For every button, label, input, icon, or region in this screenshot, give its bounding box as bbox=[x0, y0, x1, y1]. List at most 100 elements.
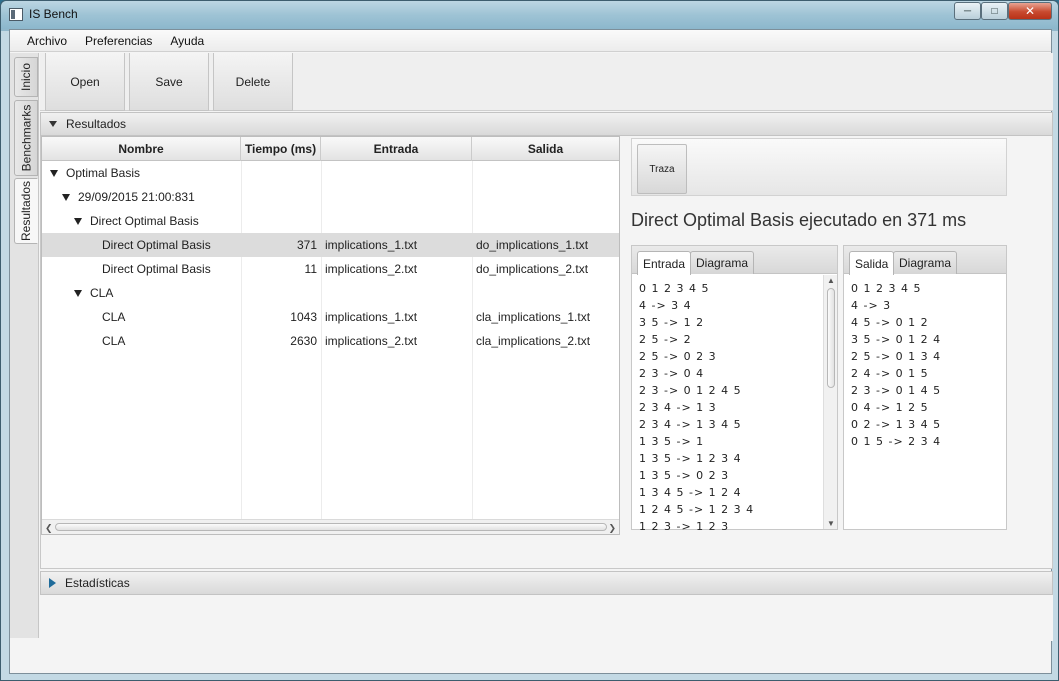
text-line: 0 4 -> 1 2 5 bbox=[851, 401, 929, 414]
trace-toolbar: Traza bbox=[631, 138, 1007, 196]
text-line: 4 5 -> 0 1 2 bbox=[851, 316, 929, 329]
window-title: IS Bench bbox=[29, 7, 78, 21]
cell-nombre: Direct Optimal Basis bbox=[42, 209, 241, 233]
delete-button[interactable]: Delete bbox=[213, 53, 293, 111]
text-line: 1 2 4 5 -> 1 2 3 4 bbox=[639, 503, 755, 516]
cell-salida: do_implications_2.txt bbox=[476, 262, 589, 276]
text-line: 2 5 -> 0 1 3 4 bbox=[851, 350, 942, 363]
text-line: 0 2 -> 1 3 4 5 bbox=[851, 418, 942, 431]
text-line: 1 2 3 -> 1 2 3 bbox=[639, 520, 730, 533]
cell-nombre: 29/09/2015 21:00:831 bbox=[42, 185, 241, 209]
cell-entrada bbox=[321, 281, 472, 305]
minimize-button[interactable]: ─ bbox=[954, 2, 981, 20]
cell-salida bbox=[472, 281, 619, 305]
text-line: 2 5 -> 0 2 3 bbox=[639, 350, 717, 363]
output-tab-pane: Salida Diagrama 0 1 2 3 4 5 4 -> 3 4 5 -> … bbox=[843, 245, 1007, 530]
scroll-down-icon[interactable]: ▼ bbox=[827, 519, 835, 528]
minimize-icon: ─ bbox=[963, 5, 972, 17]
expand-arrow-icon bbox=[49, 578, 56, 588]
tab-diagrama-input[interactable]: Diagrama bbox=[690, 251, 755, 274]
side-tab-inicio[interactable]: Inicio bbox=[14, 57, 38, 97]
stats-pane-header[interactable]: Estadísticas bbox=[40, 571, 1053, 595]
cell-tiempo: 1043 bbox=[290, 310, 317, 324]
text-line: 2 3 -> 0 1 4 5 bbox=[851, 384, 942, 397]
row-name: Direct Optimal Basis bbox=[102, 238, 211, 252]
title-bar[interactable]: IS Bench ─ □ ✕ bbox=[1, 1, 1058, 29]
expand-toggle-icon[interactable] bbox=[50, 169, 58, 177]
row-name: Direct Optimal Basis bbox=[90, 214, 199, 228]
column-header-tiempo[interactable]: Tiempo (ms) bbox=[241, 137, 321, 161]
vertical-scrollbar[interactable]: ▲ ▼ bbox=[823, 275, 837, 529]
cell-salida bbox=[472, 185, 619, 209]
cell-entrada: implications_1.txt bbox=[325, 238, 418, 252]
cell-entrada bbox=[321, 209, 472, 233]
cell-salida: do_implications_1.txt bbox=[476, 238, 589, 252]
table-row[interactable]: CLA 2630 implications_2.txt cla_implication… bbox=[42, 329, 619, 353]
column-header-nombre[interactable]: Nombre bbox=[42, 137, 241, 161]
app-icon bbox=[9, 8, 23, 21]
scroll-right-icon[interactable]: ❯ bbox=[608, 523, 616, 534]
column-header-salida[interactable]: Salida bbox=[472, 137, 619, 161]
cell-nombre: Direct Optimal Basis bbox=[42, 257, 241, 281]
text-line: 0 1 5 -> 2 3 4 bbox=[851, 435, 942, 448]
row-name: CLA bbox=[90, 286, 114, 300]
tab-salida[interactable]: Salida bbox=[849, 251, 895, 275]
results-pane-header[interactable]: Resultados bbox=[40, 112, 1053, 136]
menu-ayuda[interactable]: Ayuda bbox=[161, 34, 213, 48]
scroll-thumb[interactable] bbox=[55, 523, 607, 531]
results-tree-table: Nombre Tiempo (ms) Entrada Salida Optima… bbox=[41, 136, 620, 535]
menu-preferencias[interactable]: Preferencias bbox=[76, 34, 161, 48]
cell-nombre: CLA bbox=[42, 305, 241, 329]
expand-toggle-icon[interactable] bbox=[74, 217, 82, 225]
table-row[interactable]: CLA 1043 implications_1.txt cla_implication… bbox=[42, 305, 619, 329]
scroll-thumb[interactable] bbox=[827, 288, 835, 388]
side-tab-benchmarks[interactable]: Benchmarks bbox=[14, 100, 38, 176]
side-tab-strip: Inicio Benchmarks Resultados bbox=[10, 53, 39, 638]
row-name: Direct Optimal Basis bbox=[102, 262, 211, 276]
cell-tiempo bbox=[241, 161, 321, 185]
table-row[interactable]: Direct Optimal Basis bbox=[42, 209, 619, 233]
scroll-up-icon[interactable]: ▲ bbox=[827, 276, 835, 285]
cell-tiempo bbox=[241, 209, 321, 233]
maximize-button[interactable]: □ bbox=[981, 2, 1008, 20]
input-content: 0 1 2 3 4 5 4 -> 3 4 3 5 -> 1 2 2 5 -> 2 2 5… bbox=[639, 280, 754, 535]
tab-entrada[interactable]: Entrada bbox=[637, 251, 692, 275]
row-name: Optimal Basis bbox=[66, 166, 141, 180]
expand-toggle-icon[interactable] bbox=[74, 289, 82, 297]
expand-toggle-icon[interactable] bbox=[62, 193, 70, 201]
menu-bar: Archivo Preferencias Ayuda bbox=[10, 30, 1051, 52]
scroll-left-icon[interactable]: ❮ bbox=[45, 523, 53, 534]
row-name: CLA bbox=[102, 310, 126, 324]
save-button[interactable]: Save bbox=[129, 53, 209, 111]
table-row[interactable]: CLA bbox=[42, 281, 619, 305]
cell-entrada: implications_1.txt bbox=[325, 310, 418, 324]
row-name: CLA bbox=[102, 334, 126, 348]
table-row[interactable]: Optimal Basis bbox=[42, 161, 619, 185]
tab-diagrama-output[interactable]: Diagrama bbox=[893, 251, 958, 274]
results-pane-title: Resultados bbox=[66, 117, 127, 131]
toolbar: Open Save Delete bbox=[40, 53, 1053, 111]
row-name: 29/09/2015 21:00:831 bbox=[78, 190, 195, 204]
cell-salida bbox=[472, 161, 619, 185]
cell-nombre: Direct Optimal Basis bbox=[42, 233, 241, 257]
cell-salida bbox=[472, 209, 619, 233]
close-button[interactable]: ✕ bbox=[1008, 2, 1052, 20]
text-line: 2 3 -> 0 1 2 4 5 bbox=[639, 384, 742, 397]
side-tab-resultados[interactable]: Resultados bbox=[14, 178, 38, 244]
window-controls: ─ □ ✕ bbox=[954, 2, 1052, 20]
cell-nombre: Optimal Basis bbox=[42, 161, 241, 185]
table-row[interactable]: Direct Optimal Basis 11 implications_2.txt… bbox=[42, 257, 619, 281]
cell-entrada bbox=[321, 161, 472, 185]
table-row[interactable]: Direct Optimal Basis 371 implications_1.tx… bbox=[42, 233, 619, 257]
column-header-entrada[interactable]: Entrada bbox=[321, 137, 472, 161]
cell-entrada: implications_2.txt bbox=[325, 262, 418, 276]
horizontal-scrollbar[interactable]: ❮ ❯ bbox=[42, 519, 619, 534]
trace-button[interactable]: Traza bbox=[637, 144, 687, 194]
stats-pane-body bbox=[40, 595, 1053, 641]
client-area: Archivo Preferencias Ayuda Inicio Benchm… bbox=[9, 29, 1053, 674]
menu-archivo[interactable]: Archivo bbox=[18, 34, 76, 48]
table-row[interactable]: 29/09/2015 21:00:831 bbox=[42, 185, 619, 209]
text-line: 1 3 5 -> 1 bbox=[639, 435, 705, 448]
open-button[interactable]: Open bbox=[45, 53, 125, 111]
results-pane-body: Nombre Tiempo (ms) Entrada Salida Optima… bbox=[40, 136, 1053, 569]
